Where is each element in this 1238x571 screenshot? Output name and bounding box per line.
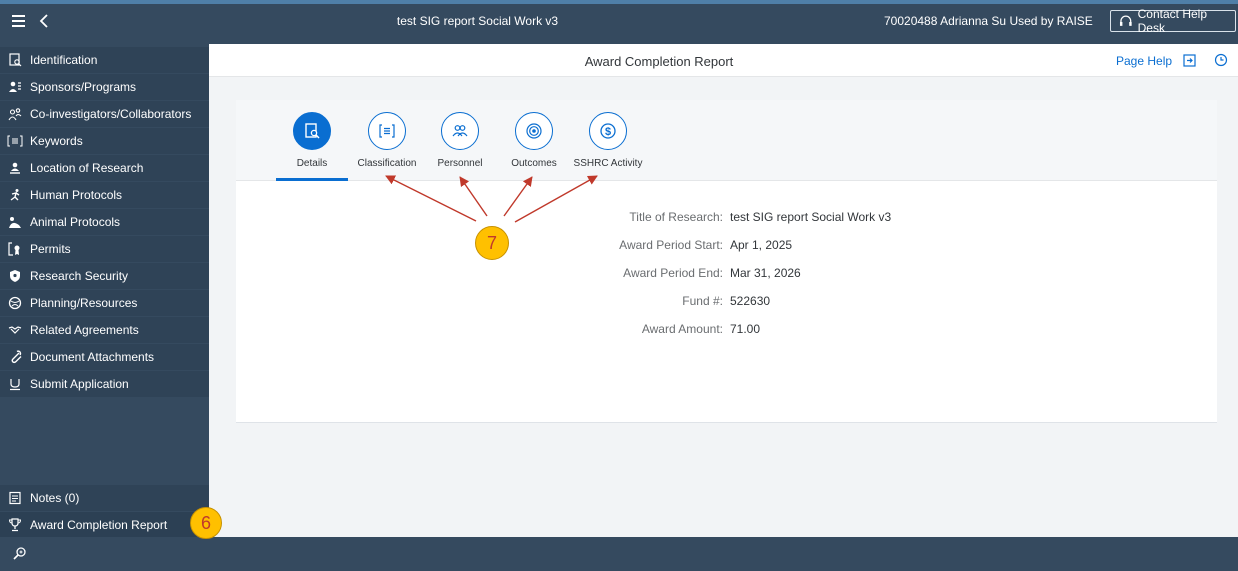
shell-title: test SIG report Social Work v3 (396, 14, 559, 28)
page-title: Award Completion Report (584, 54, 734, 69)
award-period-end-label: Award Period End: (623, 266, 723, 280)
sidebar-item-keywords[interactable]: Keywords (0, 128, 209, 154)
report-card: Details Classification Personnel Outcome… (236, 100, 1217, 423)
sidebar-item-label: Submit Application (30, 377, 129, 391)
trophy-icon (0, 518, 30, 532)
group-icon (0, 107, 30, 121)
sidebar-item-location-of-research[interactable]: Location of Research (0, 155, 209, 181)
sidebar-item-award-completion-report[interactable]: Award Completion Report (0, 512, 209, 538)
location-person-icon (0, 161, 30, 175)
sidebar-item-related-agreements[interactable]: Related Agreements (0, 317, 209, 343)
sidebar-item-label: Award Completion Report (30, 518, 168, 532)
list-icon (368, 112, 406, 150)
tab-details[interactable]: Details (274, 112, 350, 169)
shield-icon (0, 269, 30, 283)
sidebar: Identification Sponsors/Programs Co-inve… (0, 44, 209, 539)
dollar-icon: $ (589, 112, 627, 150)
award-period-end-value: Mar 31, 2026 (730, 266, 801, 280)
award-period-start-label: Award Period Start: (619, 238, 723, 252)
award-amount-value: 71.00 (730, 322, 761, 336)
tab-label: Personnel (437, 158, 483, 169)
submit-icon (0, 377, 30, 391)
tab-outcomes[interactable]: Outcomes (496, 112, 572, 169)
sidebar-bottom-list: Notes (0) Award Completion Report (0, 485, 209, 539)
shell-bar: test SIG report Social Work v3 70020488 … (0, 0, 1238, 44)
clock-icon[interactable] (1213, 52, 1229, 68)
award-period-start-value: Apr 1, 2025 (730, 238, 793, 252)
globe-icon (0, 296, 30, 310)
tab-label: Details (296, 158, 328, 169)
sidebar-item-label: Planning/Resources (30, 296, 138, 310)
fund-number-value: 522630 (730, 294, 771, 308)
page-header: Award Completion Report Page Help (209, 44, 1238, 77)
fund-number-label: Fund #: (682, 294, 723, 308)
sidebar-item-label: Research Security (30, 269, 129, 283)
sidebar-item-label: Keywords (30, 134, 83, 148)
sidebar-item-label: Document Attachments (30, 350, 155, 364)
field-row-start: Award Period Start: Apr 1, 2025 (236, 238, 1217, 256)
sidebar-nav-list: Identification Sponsors/Programs Co-inve… (0, 44, 209, 397)
sidebar-item-label: Human Protocols (30, 188, 123, 202)
sidebar-item-label: Related Agreements (30, 323, 139, 337)
award-amount-label: Award Amount: (641, 322, 723, 336)
handshake-icon (0, 323, 30, 337)
tab-personnel[interactable]: Personnel (422, 112, 498, 169)
sidebar-item-identification[interactable]: Identification (0, 47, 209, 73)
sidebar-item-human-protocols[interactable]: Human Protocols (0, 182, 209, 208)
tab-label: Outcomes (511, 158, 557, 169)
report-icon (0, 53, 30, 67)
details-icon (293, 112, 331, 150)
paperclip-icon (0, 350, 30, 364)
contact-help-desk-button[interactable]: Contact Help Desk (1110, 7, 1236, 35)
sidebar-item-notes[interactable]: Notes (0) (0, 485, 209, 511)
animal-icon (0, 215, 30, 229)
sidebar-item-co-investigators[interactable]: Co-investigators/Collaborators (0, 101, 209, 127)
main-content: Award Completion Report Page Help Detail… (209, 44, 1238, 537)
title-of-research-value: test SIG report Social Work v3 (730, 210, 892, 224)
zoom-search-icon[interactable] (12, 546, 28, 562)
tab-classification[interactable]: Classification (349, 112, 425, 169)
sidebar-item-research-security[interactable]: Research Security (0, 263, 209, 289)
sidebar-item-label: Co-investigators/Collaborators (30, 107, 192, 121)
sidebar-item-label: Location of Research (30, 161, 144, 175)
sponsor-icon (0, 80, 30, 94)
callout-badge-sidebar: 6 (190, 507, 222, 539)
field-row-amount: Award Amount: 71.00 (236, 322, 1217, 340)
footer-bar (0, 537, 1238, 571)
field-row-end: Award Period End: Mar 31, 2026 (236, 266, 1217, 284)
tab-label: Classification (357, 158, 417, 169)
sidebar-item-sponsors-programs[interactable]: Sponsors/Programs (0, 74, 209, 100)
sidebar-item-permits[interactable]: Permits (0, 236, 209, 262)
exit-icon[interactable] (1182, 53, 1198, 69)
sidebar-item-submit-application[interactable]: Submit Application (0, 371, 209, 397)
user-info: 70020488 Adrianna Su Used by RAISE (884, 14, 1093, 28)
sidebar-item-document-attachments[interactable]: Document Attachments (0, 344, 209, 370)
list-icon (0, 135, 30, 147)
field-row-title: Title of Research: test SIG report Socia… (236, 210, 1217, 228)
sidebar-item-label: Animal Protocols (30, 215, 121, 229)
running-person-icon (0, 188, 30, 202)
personnel-icon (441, 112, 479, 150)
callout-badge-tabs: 7 (475, 226, 509, 260)
title-of-research-label: Title of Research: (629, 210, 723, 224)
sidebar-item-label: Notes (0) (30, 491, 80, 505)
tab-label: SSHRC Activity (573, 158, 643, 169)
sidebar-item-label: Permits (30, 242, 71, 256)
sidebar-item-planning-resources[interactable]: Planning/Resources (0, 290, 209, 316)
target-icon (515, 112, 553, 150)
tab-sshrc-activity[interactable]: $ SSHRC Activity (570, 112, 646, 169)
sidebar-item-animal-protocols[interactable]: Animal Protocols (0, 209, 209, 235)
icon-tab-bar: Details Classification Personnel Outcome… (236, 100, 1217, 181)
permit-icon (0, 242, 30, 256)
svg-text:$: $ (605, 126, 611, 138)
headset-icon (1119, 15, 1132, 26)
active-tab-indicator (276, 178, 348, 181)
note-icon (0, 491, 30, 505)
shell-accent-line (0, 0, 1238, 4)
sidebar-item-label: Identification (30, 53, 98, 67)
contact-help-desk-label: Contact Help Desk (1137, 7, 1207, 35)
page-help-link[interactable]: Page Help (1116, 54, 1172, 68)
sidebar-item-label: Sponsors/Programs (30, 80, 137, 94)
field-row-fund: Fund #: 522630 (236, 294, 1217, 312)
